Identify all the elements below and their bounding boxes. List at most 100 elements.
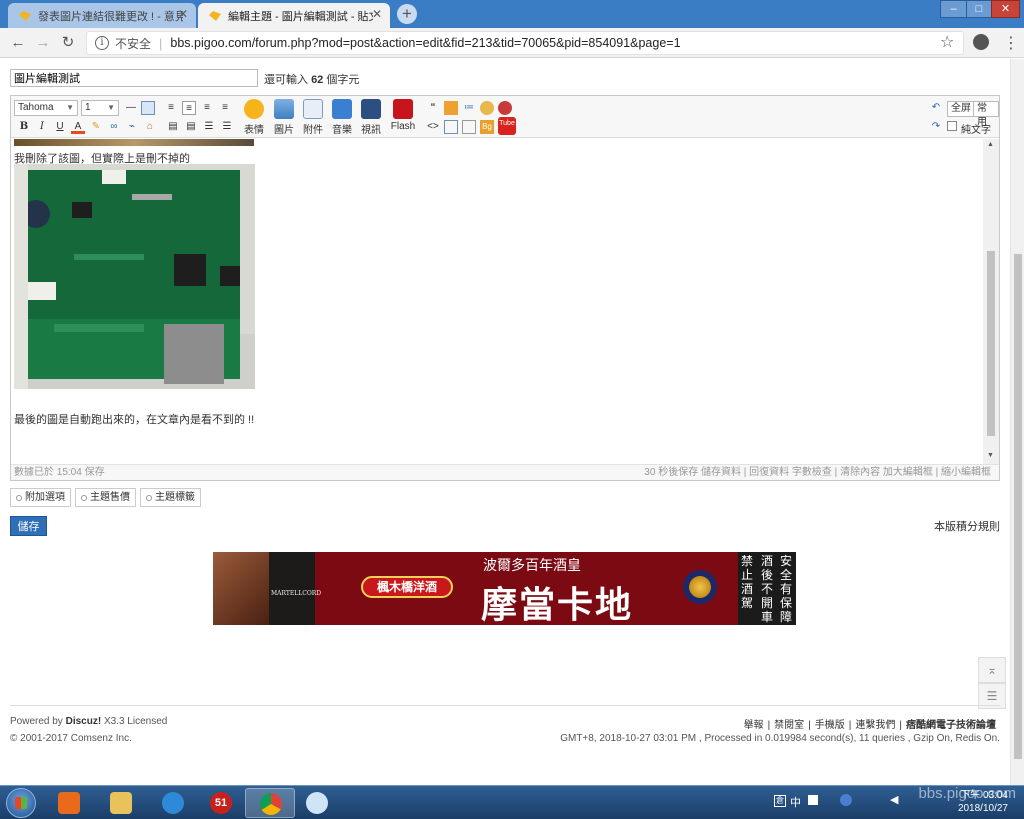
- align-center-icon[interactable]: ≡: [182, 101, 196, 115]
- background-color-icon[interactable]: ✎: [89, 120, 103, 134]
- align-justify-icon[interactable]: ≡: [218, 101, 232, 115]
- size-select[interactable]: 1 ▼: [81, 100, 119, 116]
- insecure-label: 不安全: [115, 36, 152, 51]
- underline-icon[interactable]: U: [53, 120, 67, 134]
- video-button[interactable]: 視訊: [358, 99, 384, 136]
- editor-scroll-thumb[interactable]: [987, 251, 995, 436]
- italic-icon[interactable]: I: [35, 120, 49, 134]
- banner-ad[interactable]: MARTELLCORD 楓木橋洋酒 波爾多百年酒皇 摩當卡地 禁止酒駕 酒後不開…: [213, 552, 796, 625]
- banned-room-link[interactable]: 禁閱室: [770, 720, 808, 731]
- window-icon[interactable]: [808, 795, 818, 805]
- crown-emblem-icon: [683, 570, 717, 604]
- undo-icon[interactable]: ↶: [929, 101, 943, 115]
- bg-icon[interactable]: Bg: [480, 120, 494, 134]
- start-button[interactable]: [6, 788, 36, 818]
- address-bar[interactable]: i 不安全 | bbs.pigoo.com/forum.php?mod=post…: [86, 31, 964, 55]
- common-button[interactable]: 常用: [973, 101, 999, 128]
- thread-tags-button[interactable]: 主題標籤: [140, 488, 201, 507]
- link-icon[interactable]: ∞: [107, 120, 121, 134]
- scroll-up-arrow-icon[interactable]: ▲: [987, 141, 994, 148]
- editor-content[interactable]: 我刪除了該圖，但實際上是刪不掉的 最後的圖是自動跑出來的，在文章內是看不到的 !…: [11, 139, 983, 464]
- close-window-button[interactable]: ✕: [991, 0, 1020, 18]
- unlink-icon[interactable]: ⌁: [125, 120, 139, 134]
- new-tab-button[interactable]: +: [397, 4, 417, 24]
- taskbar-media-player[interactable]: [44, 788, 94, 818]
- tab-active[interactable]: 編輯主題 - 圖片編輯測試 - 貼文標 ✕: [198, 3, 390, 28]
- fullscreen-button[interactable]: 全屏: [947, 101, 975, 117]
- taskbar-51[interactable]: 51: [196, 788, 246, 818]
- free-icon[interactable]: [444, 120, 458, 134]
- info-icon[interactable]: i: [95, 36, 109, 50]
- credit-rules-link[interactable]: 本版積分規則: [934, 518, 1000, 534]
- youtube-icon[interactable]: Tube: [498, 117, 516, 135]
- redo-icon[interactable]: ↷: [929, 120, 943, 134]
- page-break-icon[interactable]: [462, 120, 476, 134]
- award-icon[interactable]: [480, 101, 494, 115]
- unordered-list-icon[interactable]: ☰: [220, 120, 234, 134]
- page-footer: Powered by Discuz! X3.3 Licensed © 2001-…: [10, 705, 1000, 744]
- code-icon[interactable]: <>: [426, 120, 440, 134]
- smiley-button[interactable]: 表情: [241, 99, 267, 136]
- discuz-link[interactable]: Discuz!: [66, 716, 102, 727]
- plaintext-checkbox[interactable]: [947, 121, 957, 131]
- taskbar-paint[interactable]: [292, 788, 342, 818]
- help-icon[interactable]: [840, 794, 852, 806]
- url-text[interactable]: bbs.pigoo.com/forum.php?mod=post&action=…: [170, 36, 680, 50]
- horizontal-rule-icon[interactable]: —: [124, 101, 138, 115]
- ordered-list-icon[interactable]: ☰: [202, 120, 216, 134]
- taskbar-chrome[interactable]: [245, 788, 295, 818]
- mobile-link[interactable]: 手機版: [811, 720, 849, 731]
- menu-kebab-icon[interactable]: ⋮: [1003, 33, 1019, 53]
- format-brush-icon[interactable]: ⌂: [143, 120, 157, 134]
- editor-scrollbar[interactable]: ▲ ▼: [983, 139, 999, 464]
- forward-arrow-icon[interactable]: →: [33, 33, 53, 53]
- subject-input[interactable]: [10, 69, 258, 87]
- back-to-top-icon[interactable]: ⌅: [978, 657, 1006, 683]
- ime-mode[interactable]: 中: [790, 794, 801, 810]
- reload-icon[interactable]: ↻: [58, 33, 78, 53]
- report-link[interactable]: 舉報: [740, 720, 768, 731]
- font-color-icon[interactable]: A: [71, 120, 85, 134]
- remaining-chars: 還可輸入 62 個字元: [264, 71, 359, 87]
- back-arrow-icon[interactable]: ←: [8, 33, 28, 53]
- music-button[interactable]: 音樂: [329, 99, 355, 136]
- thread-price-button[interactable]: 主題售價: [75, 488, 136, 507]
- taskbar-ie[interactable]: [148, 788, 198, 818]
- account-icon[interactable]: [973, 34, 989, 50]
- save-button[interactable]: 儲存: [10, 516, 47, 536]
- processed-info: GMT+8, 2018-10-27 03:01 PM , Processed i…: [560, 733, 1000, 744]
- image-button[interactable]: 圖片: [271, 99, 297, 136]
- ime-icon[interactable]: 倉: [774, 795, 786, 807]
- flash-button[interactable]: Flash: [387, 99, 419, 132]
- float-right-icon[interactable]: ▤: [184, 120, 198, 134]
- close-tab-icon[interactable]: ✕: [178, 7, 188, 21]
- font-select[interactable]: Tahoma ▼: [14, 100, 78, 116]
- close-tab-icon[interactable]: ✕: [372, 7, 382, 21]
- hide-icon[interactable]: [444, 101, 458, 115]
- bookmark-star-icon[interactable]: ☆: [940, 32, 954, 52]
- maximize-button[interactable]: □: [966, 0, 992, 18]
- quote-icon[interactable]: “: [426, 101, 440, 115]
- table-icon[interactable]: [141, 101, 155, 115]
- minimize-button[interactable]: –: [940, 0, 967, 18]
- password-icon[interactable]: ≔: [462, 101, 476, 115]
- scroll-down-arrow-icon[interactable]: ▼: [987, 452, 994, 459]
- volume-icon[interactable]: ◀: [890, 793, 898, 806]
- bold-icon[interactable]: B: [17, 120, 31, 134]
- float-left-icon[interactable]: ▤: [166, 120, 180, 134]
- taskbar-explorer[interactable]: [96, 788, 146, 818]
- attach-options-button[interactable]: 附加選項: [10, 488, 71, 507]
- tab-inactive[interactable]: 發表圖片連結很難更改 ! - 意見討 ✕: [8, 3, 196, 28]
- align-left-icon[interactable]: ≡: [164, 101, 178, 115]
- warning-column: 酒後不開車: [760, 554, 773, 624]
- media-player-icon: [58, 792, 80, 814]
- page-scroll-thumb[interactable]: [1014, 254, 1022, 759]
- editor-actions[interactable]: 30 秒後保存 儲存資料 | 回復資料 字數檢查 | 清除內容 加大編輯框 | …: [644, 465, 991, 480]
- attachment-button[interactable]: 附件: [300, 99, 326, 136]
- font-value: Tahoma: [18, 102, 54, 113]
- forum-name-link[interactable]: 痞酷網電子技術論壇: [902, 720, 1000, 731]
- align-right-icon[interactable]: ≡: [200, 101, 214, 115]
- user-icon[interactable]: [498, 101, 512, 115]
- page-scrollbar[interactable]: [1010, 59, 1024, 785]
- contact-link[interactable]: 連繫我們: [851, 720, 899, 731]
